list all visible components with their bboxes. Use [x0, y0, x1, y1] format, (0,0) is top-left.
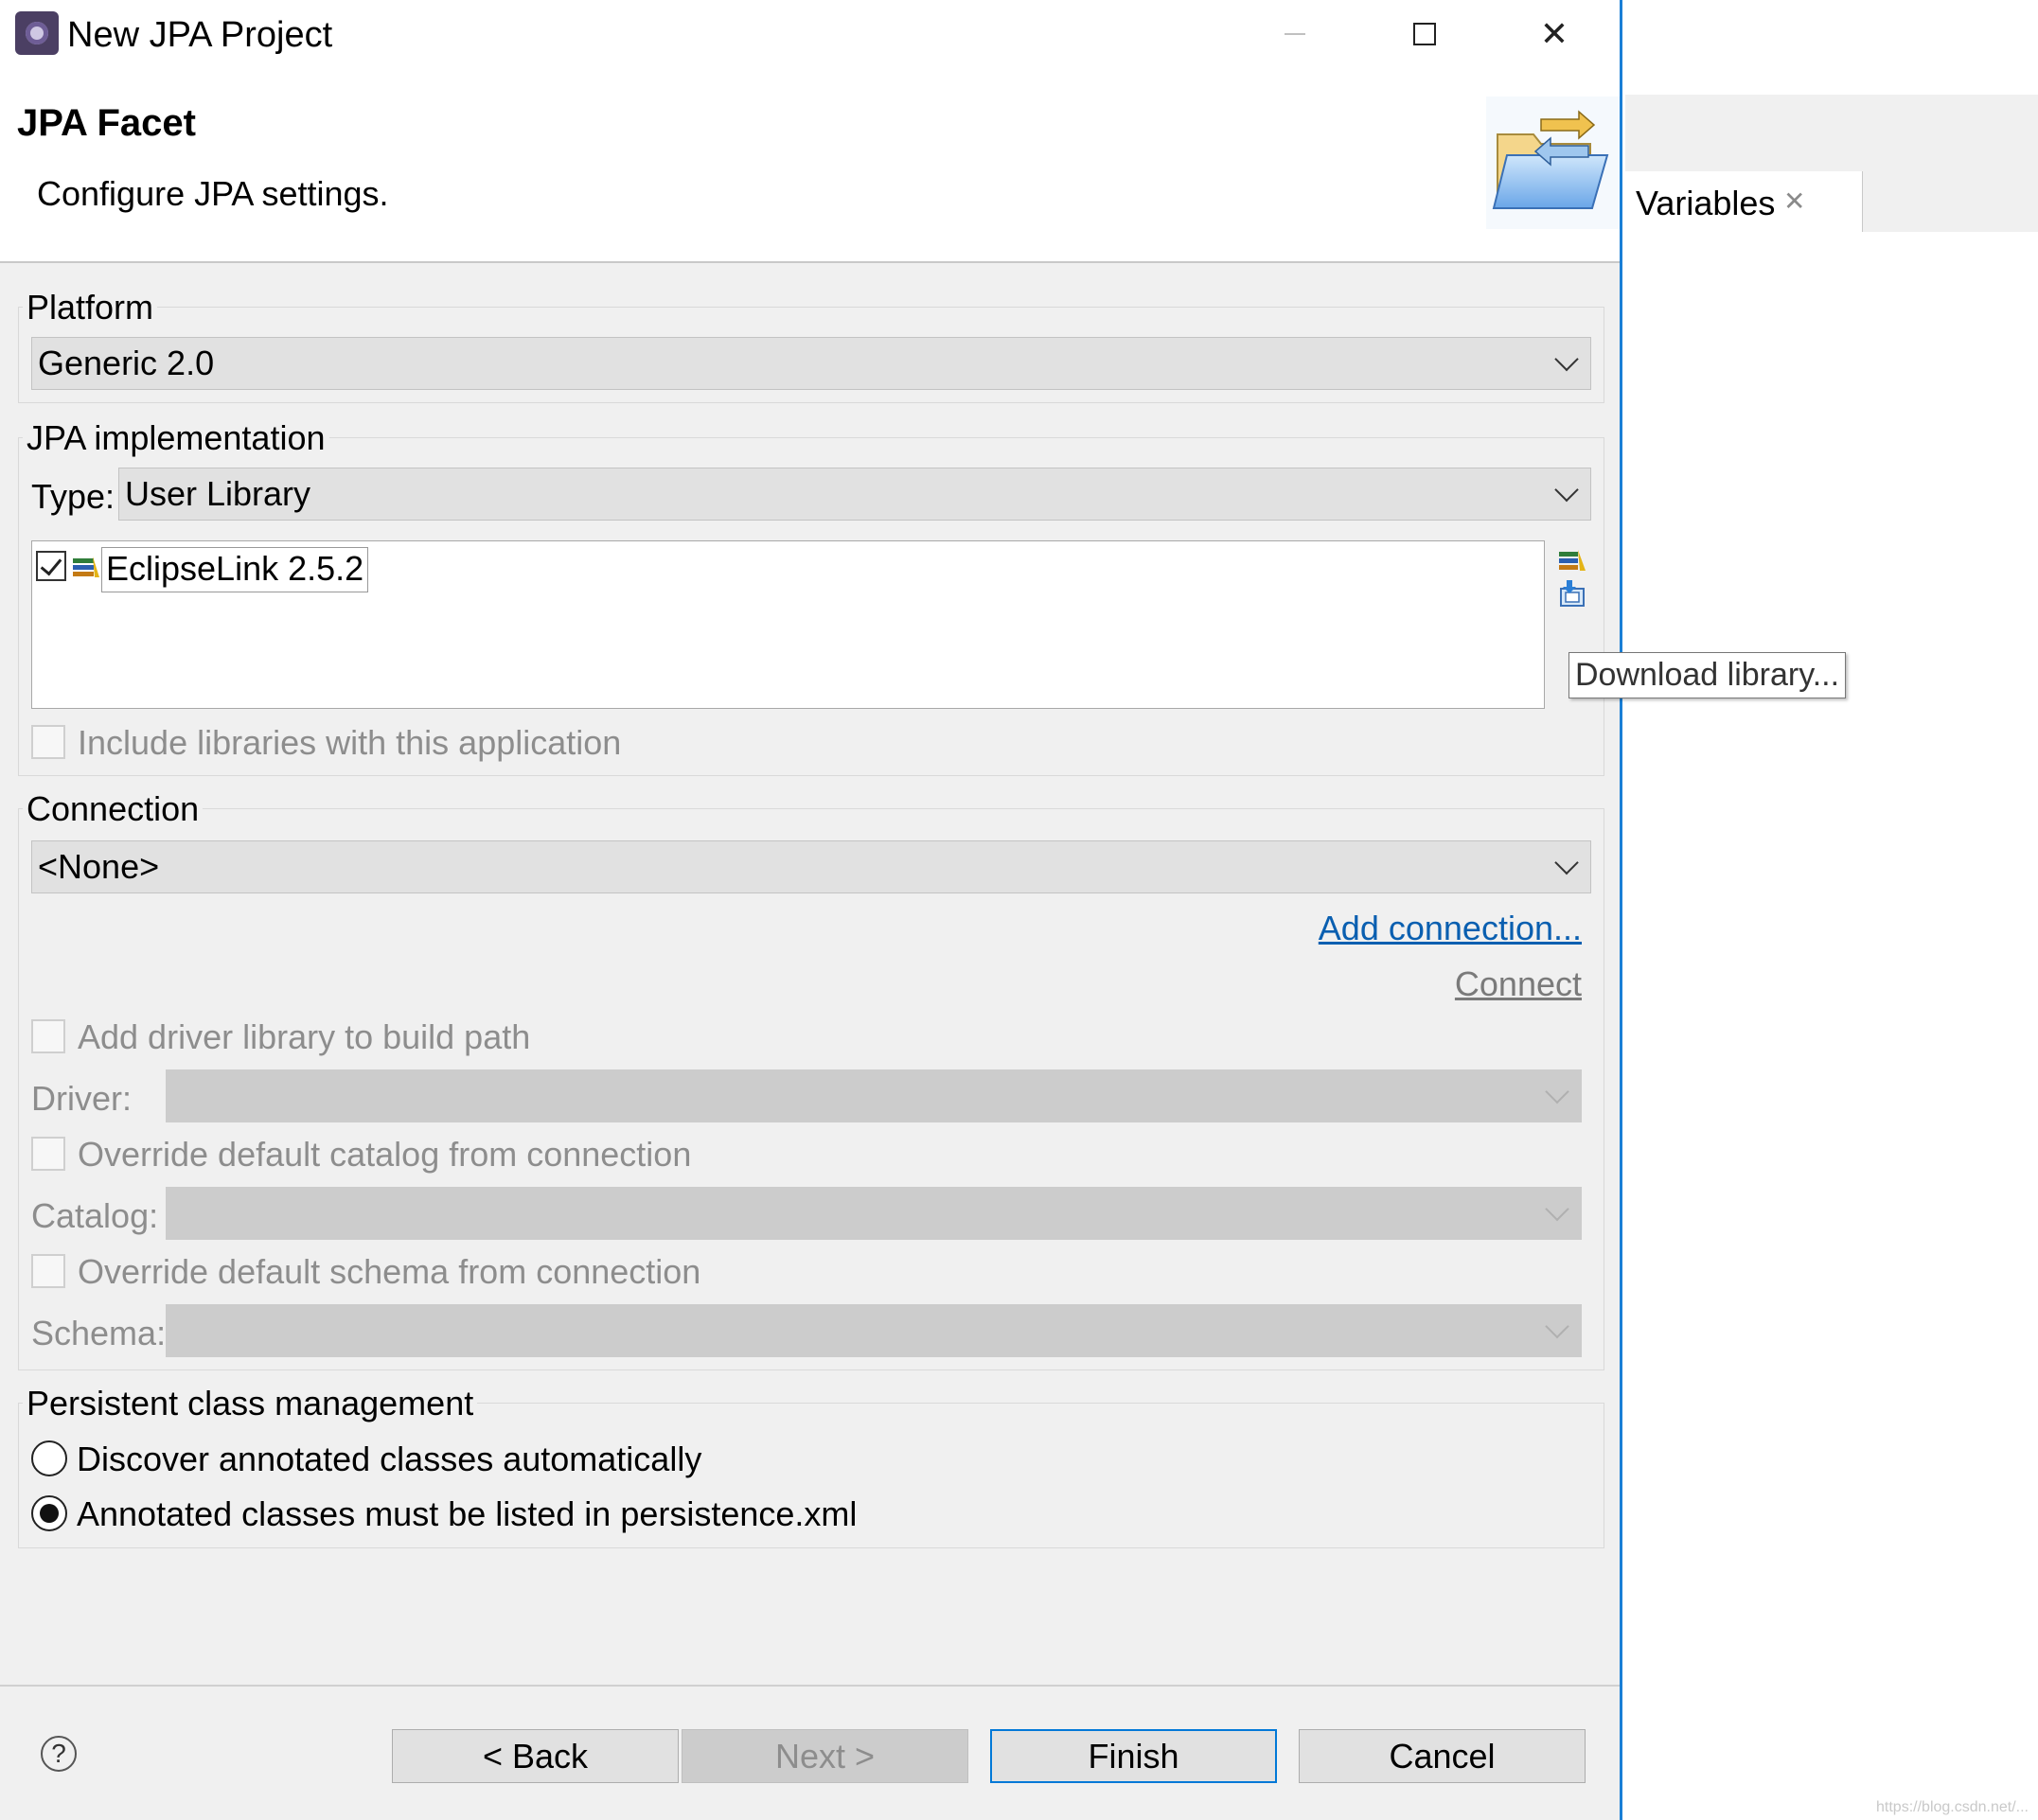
library-checkbox[interactable] [36, 551, 66, 581]
help-button[interactable]: ? [41, 1736, 77, 1772]
close-icon: ✕ [1539, 14, 1569, 53]
download-library-tooltip: Download library... [1568, 652, 1847, 698]
folder-transfer-icon [1486, 97, 1620, 229]
wizard-header: JPA Facet Configure JPA settings. [0, 70, 1620, 263]
type-value: User Library [125, 474, 311, 513]
catalog-combo[interactable] [166, 1187, 1582, 1240]
persistent-class-label: Persistent class management [23, 1384, 478, 1423]
schema-combo[interactable] [166, 1304, 1582, 1357]
include-libraries-label: Include libraries with this application [78, 723, 622, 762]
schema-label: Schema: [31, 1314, 167, 1352]
back-button[interactable]: < Back [392, 1729, 679, 1783]
override-schema-label: Override default schema from connection [78, 1252, 701, 1291]
connect-link[interactable]: Connect [1455, 964, 1582, 1004]
override-schema-checkbox[interactable] [31, 1254, 65, 1288]
add-driver-label: Add driver library to build path [78, 1017, 531, 1056]
chevron-down-icon [1545, 1314, 1569, 1339]
connection-combo[interactable]: <None> [31, 840, 1591, 893]
tab-variables-label: Variables [1636, 184, 1776, 222]
minimize-button[interactable] [1252, 9, 1338, 59]
eclipse-app-icon [15, 11, 59, 55]
connection-label: Connection [23, 789, 204, 829]
driver-label: Driver: [31, 1079, 132, 1118]
connection-value: <None> [38, 847, 160, 886]
library-icon [73, 557, 99, 577]
chevron-down-icon [1545, 1196, 1569, 1222]
download-library-icon[interactable] [1557, 579, 1587, 608]
watermark: https://blog.csdn.net/... [1876, 1799, 2029, 1815]
override-catalog-label: Override default catalog from connection [78, 1135, 692, 1174]
minimize-icon [1285, 33, 1305, 35]
platform-combo[interactable]: Generic 2.0 [31, 337, 1591, 390]
library-item-label[interactable]: EclipseLink 2.5.2 [101, 547, 369, 592]
next-button[interactable]: Next > [682, 1729, 968, 1783]
chevron-down-icon [1545, 1079, 1569, 1104]
maximize-icon [1413, 23, 1436, 45]
driver-combo[interactable] [166, 1069, 1582, 1122]
finish-button[interactable]: Finish [990, 1729, 1277, 1783]
add-connection-link[interactable]: Add connection... [1319, 909, 1582, 948]
chevron-down-icon [1554, 477, 1579, 503]
listed-label: Annotated classes must be listed in pers… [77, 1494, 858, 1533]
maximize-button[interactable] [1382, 9, 1467, 59]
tab-close-icon[interactable]: ✕ [1783, 186, 1805, 217]
override-catalog-checkbox[interactable] [31, 1137, 65, 1171]
workbench-toolbar-strip [1625, 95, 2038, 171]
discover-radio[interactable] [31, 1440, 67, 1476]
listed-radio[interactable] [31, 1495, 67, 1531]
manage-libraries-icon[interactable] [1557, 546, 1587, 574]
close-button[interactable]: ✕ [1512, 9, 1597, 59]
chevron-down-icon [1554, 346, 1579, 372]
platform-value: Generic 2.0 [38, 344, 215, 382]
page-title: JPA Facet [17, 102, 196, 144]
platform-label: Platform [23, 288, 158, 327]
include-libraries-checkbox[interactable] [31, 725, 65, 759]
window-title: New JPA Project [67, 15, 333, 55]
page-description: Configure JPA settings. [37, 174, 389, 213]
type-label: Type: [31, 477, 115, 516]
chevron-down-icon [1554, 850, 1579, 875]
discover-label: Discover annotated classes automatically [77, 1440, 702, 1478]
footer-divider [0, 1685, 1620, 1687]
jpa-implementation-label: JPA implementation [23, 418, 329, 458]
cancel-button[interactable]: Cancel [1299, 1729, 1586, 1783]
add-driver-checkbox[interactable] [31, 1019, 65, 1053]
type-combo[interactable]: User Library [118, 468, 1591, 521]
catalog-label: Catalog: [31, 1196, 159, 1235]
